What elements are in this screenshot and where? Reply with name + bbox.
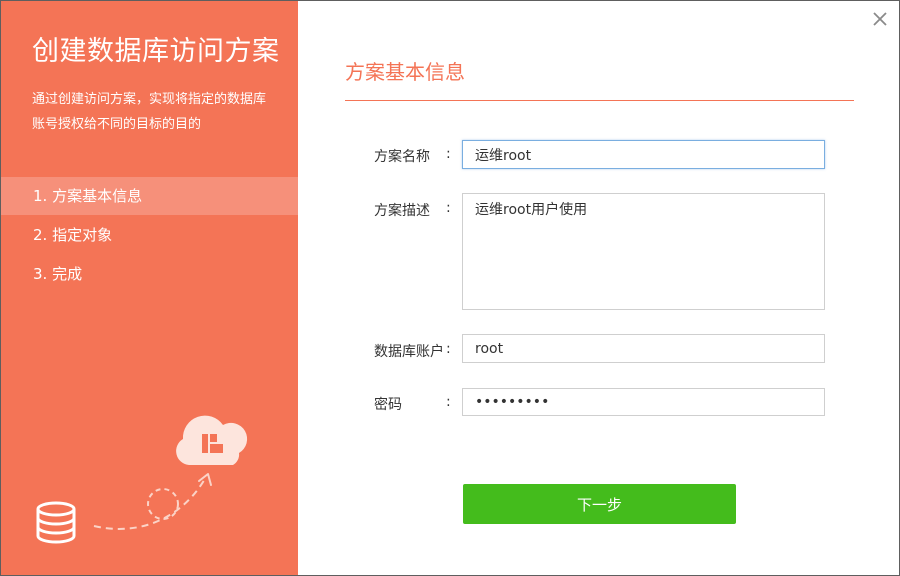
- section-divider: [345, 100, 854, 101]
- db-account-label: 数据库账户: [374, 344, 444, 360]
- sidebar-title: 创建数据库访问方案: [32, 36, 280, 67]
- next-step-button[interactable]: 下一步: [463, 484, 736, 524]
- db-account-input[interactable]: [462, 334, 825, 363]
- dashed-arrow-icon: [93, 473, 212, 530]
- description-label: 方案描述: [374, 203, 430, 219]
- db-account-colon: :: [446, 341, 451, 357]
- dialog-window: 创建数据库访问方案 通过创建访问方案，实现将指定的数据库账号授权给不同的目标的目…: [0, 0, 900, 576]
- description-colon: :: [446, 200, 451, 216]
- password-label: 密码: [374, 397, 402, 413]
- plan-name-input[interactable]: [462, 140, 825, 169]
- database-icon: [36, 501, 76, 544]
- name-colon: :: [446, 146, 451, 162]
- sidebar: 创建数据库访问方案 通过创建访问方案，实现将指定的数据库账号授权给不同的目标的目…: [1, 1, 298, 575]
- illustration-graphic: [36, 415, 248, 544]
- step-basic-info[interactable]: 1. 方案基本信息: [1, 177, 298, 215]
- step-specify-objects[interactable]: 2. 指定对象: [1, 216, 298, 254]
- step-complete[interactable]: 3. 完成: [1, 255, 298, 293]
- section-title: 方案基本信息: [345, 60, 465, 84]
- sidebar-illustration: [1, 401, 298, 575]
- password-colon: :: [446, 394, 451, 410]
- name-label: 方案名称: [374, 149, 430, 165]
- close-icon: [873, 12, 887, 26]
- cloud-icon: [176, 415, 248, 465]
- close-button[interactable]: [871, 10, 889, 28]
- plan-description-textarea[interactable]: 运维root用户使用: [462, 193, 825, 310]
- sidebar-description: 通过创建访问方案，实现将指定的数据库账号授权给不同的目标的目的: [32, 92, 267, 132]
- step-list: 1. 方案基本信息 2. 指定对象 3. 完成: [1, 177, 298, 293]
- password-input[interactable]: [462, 388, 825, 416]
